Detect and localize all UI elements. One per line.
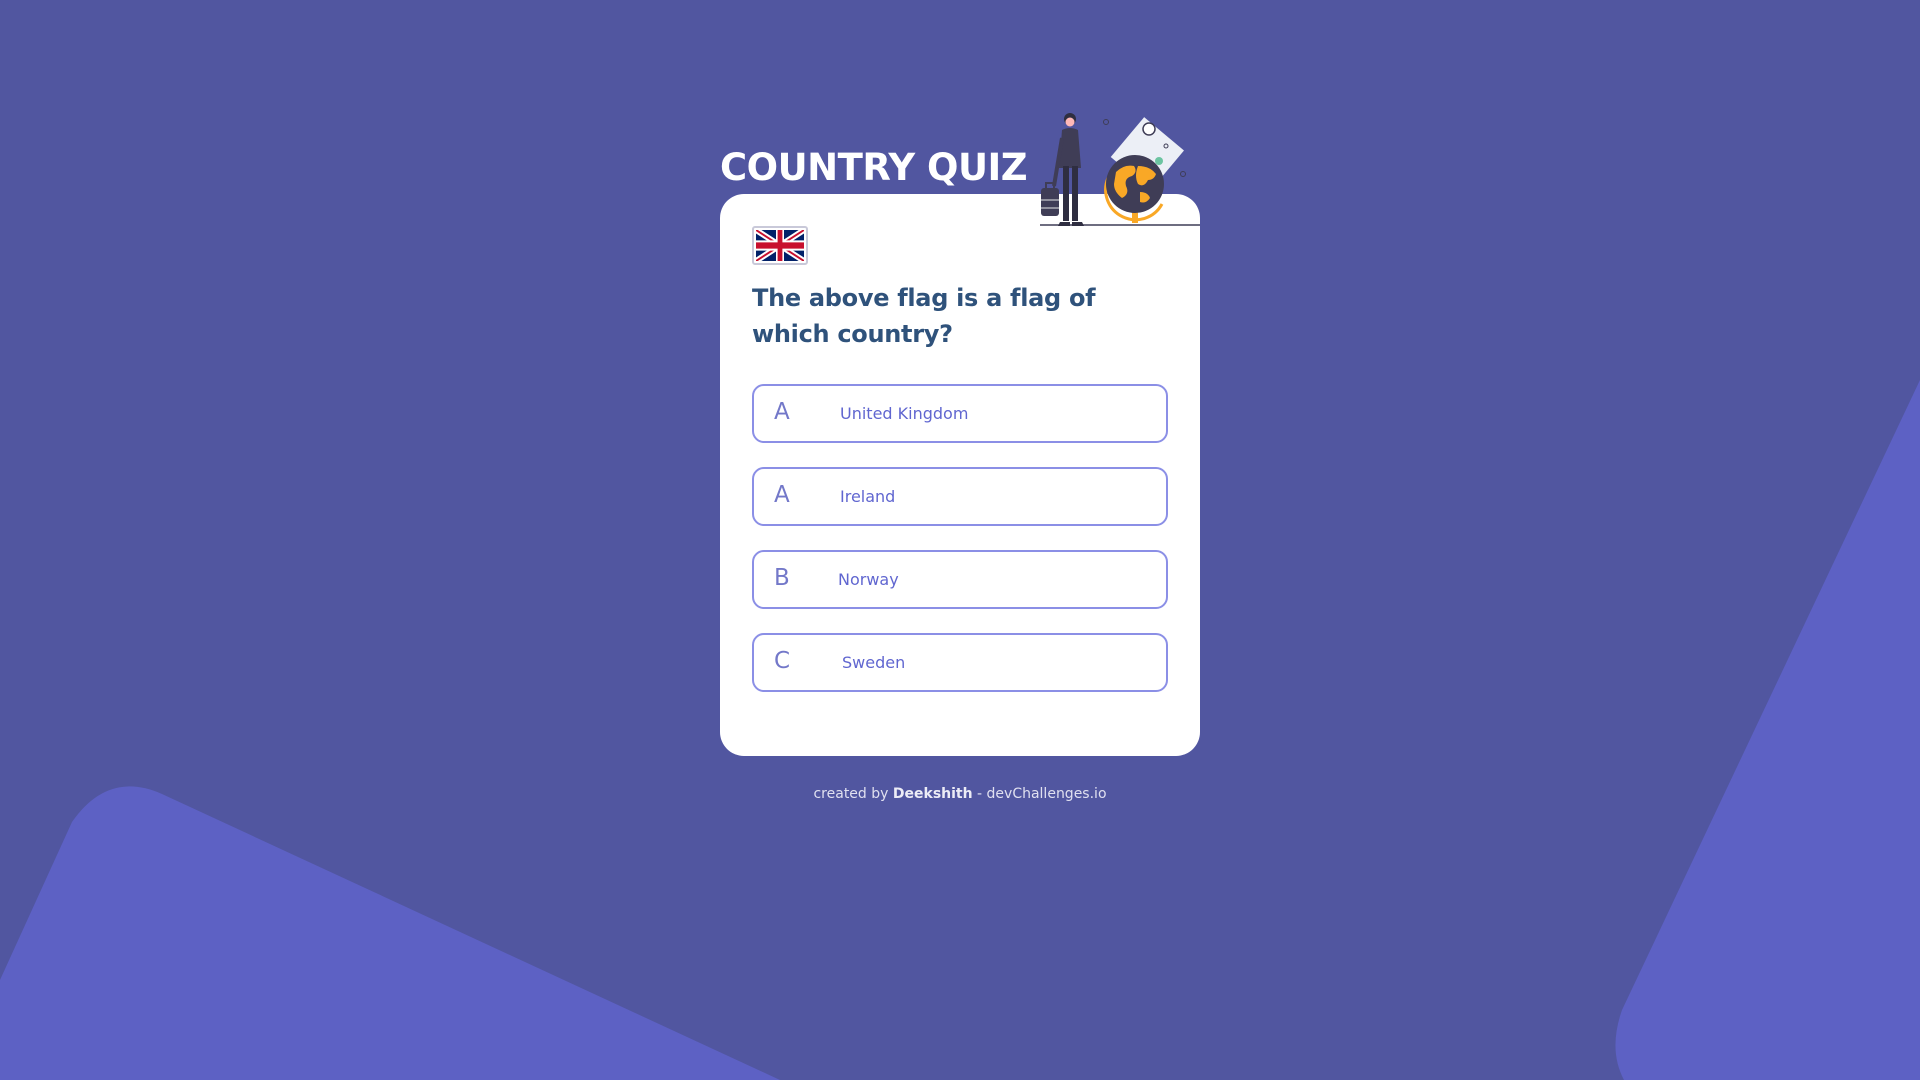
option-label: Sweden: [842, 653, 906, 672]
footer-suffix: - devChallenges.io: [977, 786, 1107, 802]
option-label: United Kingdom: [840, 404, 969, 423]
uk-flag-icon: [752, 226, 808, 265]
option-letter: C: [774, 648, 791, 674]
globe: [1104, 155, 1164, 223]
option-norway[interactable]: B Norway: [752, 550, 1168, 609]
option-label: Norway: [838, 570, 899, 589]
question-text: The above flag is a flag of which countr…: [752, 284, 1096, 348]
option-letter: A: [774, 482, 790, 508]
bottom-left-shape: [0, 786, 780, 1080]
traveler-figure: [1041, 113, 1084, 226]
option-ireland[interactable]: A Ireland: [752, 467, 1168, 526]
option-united-kingdom[interactable]: A United Kingdom: [752, 384, 1168, 443]
footer-credit: created by Deekshith - devChallenges.io: [0, 786, 1920, 802]
traveler-globe-illustration: [1040, 113, 1200, 226]
bottom-right-shape: [1615, 380, 1920, 1080]
option-letter: B: [774, 565, 790, 591]
option-label: Ireland: [840, 487, 896, 506]
quiz-title: COUNTRY QUIZ: [720, 146, 1028, 189]
footer-prefix: created by: [813, 786, 889, 802]
footer-author[interactable]: Deekshith: [893, 786, 973, 802]
option-sweden[interactable]: C Sweden: [752, 633, 1168, 692]
option-letter: A: [774, 399, 790, 425]
